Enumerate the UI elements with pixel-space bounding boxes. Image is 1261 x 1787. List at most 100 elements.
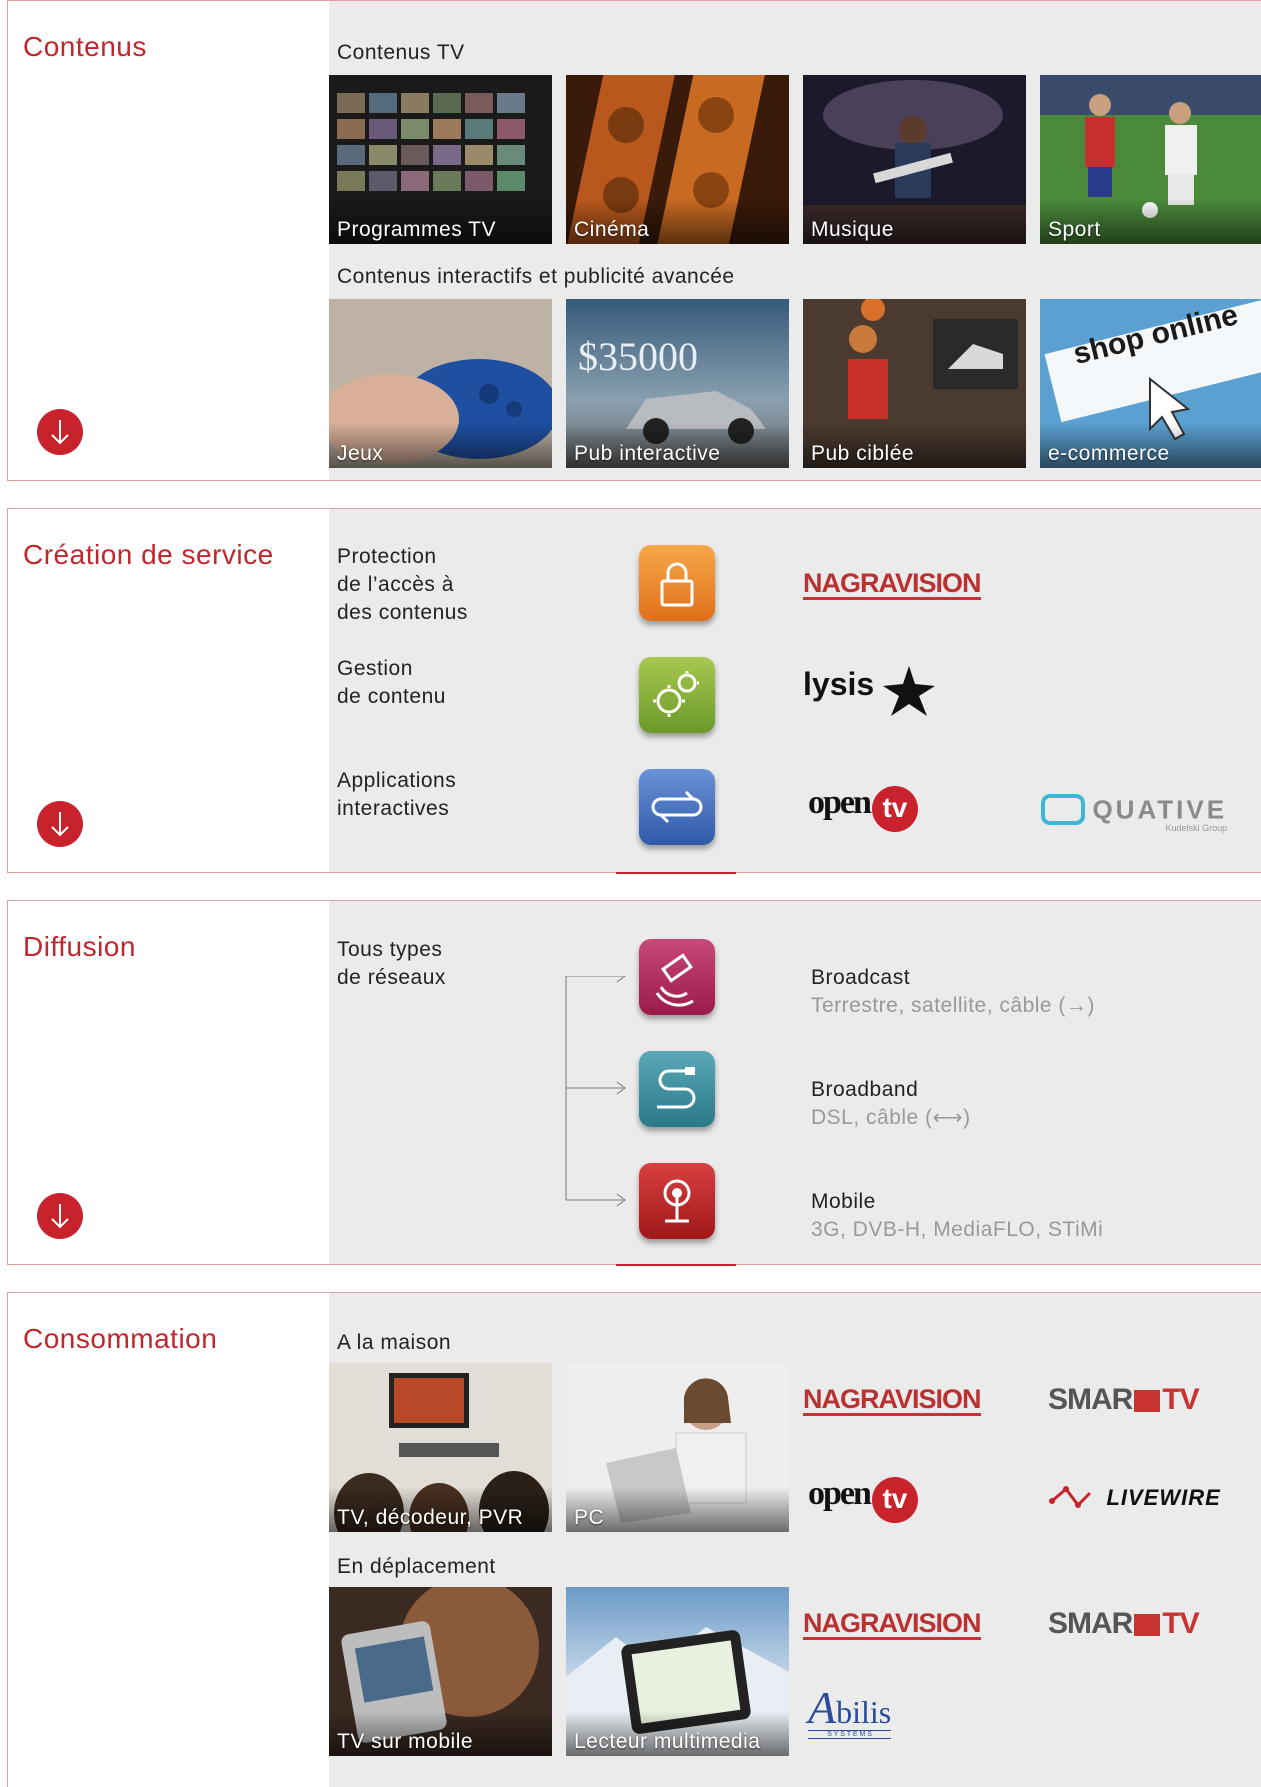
logo-text: open: [808, 1475, 872, 1512]
lock-icon: [639, 545, 715, 621]
section-title: Diffusion: [23, 931, 136, 962]
thumb-caption: Jeux: [337, 442, 384, 465]
logo-text: TV: [1162, 1607, 1199, 1640]
section-title: Contenus: [23, 31, 147, 62]
section-creation-service: Création de service Protection de l’accè…: [7, 508, 1261, 874]
thumb-tv-decodeur-pvr[interactable]: TV, décodeur, PVR: [329, 1363, 552, 1532]
thumb-caption: Musique: [811, 218, 894, 241]
thumb-e-commerce[interactable]: shop online e-commerce: [1040, 299, 1261, 468]
network-name: Broadcast: [811, 966, 911, 989]
label-line: interactives: [337, 797, 450, 820]
divider-line: [616, 1264, 736, 1266]
section-title: Création de service: [23, 539, 274, 570]
next-section-button[interactable]: [37, 409, 83, 455]
network-broadband: Broadband DSL, câble (⟷): [811, 1076, 971, 1132]
thumb-caption: Programmes TV: [337, 218, 496, 241]
thumb-caption: TV sur mobile: [337, 1730, 474, 1753]
cable-icon: [639, 1051, 715, 1127]
arrow-down-icon: [51, 1204, 69, 1229]
logo-text: lysis: [803, 666, 875, 703]
thumb-pc[interactable]: PC: [566, 1363, 789, 1532]
thumb-caption: Pub ciblée: [811, 442, 915, 465]
label-line: de réseaux: [337, 966, 446, 989]
logo-text: SMAR: [1048, 1383, 1133, 1416]
thumb-lecteur-multimedia[interactable]: Lecteur multimedia: [566, 1587, 789, 1756]
opentv-logo: open tv: [808, 1475, 918, 1523]
arrows-swap-icon: [639, 769, 715, 845]
logo-text: NAGRAVISION: [803, 1608, 982, 1640]
home-label: A la maison: [337, 1331, 452, 1354]
thumb-caption: Lecteur multimedia: [574, 1730, 761, 1753]
tv-content-label: Contenus TV: [337, 41, 465, 64]
network-name: Mobile: [811, 1190, 876, 1213]
network-mobile: Mobile 3G, DVB-H, MediaFLO, STiMi: [811, 1188, 1103, 1244]
interactive-content-label: Contenus interactifs et publicité avancé…: [337, 265, 735, 288]
thumb-pub-ciblee[interactable]: Pub ciblée: [803, 299, 1026, 468]
abilis-logo: Abilis S Y S T E M S: [808, 1681, 892, 1739]
network-detail: DSL, câble (⟷): [811, 1106, 971, 1129]
network-detail: 3G, DVB-H, MediaFLO, STiMi: [811, 1218, 1104, 1241]
smardtv-logo: SMAR TV: [1048, 1607, 1200, 1641]
logo-text: SMAR: [1048, 1607, 1133, 1640]
satellite-icon: [639, 939, 715, 1015]
service-label-gestion: Gestion de contenu: [337, 655, 446, 711]
branch-connector: [565, 976, 626, 1207]
label-line: de l’accès à: [337, 573, 454, 596]
quative-logo: QUATIVE Kudelski Group: [1040, 793, 1228, 833]
logo-text: QUATIVE: [1092, 794, 1228, 825]
thumb-programmes-tv[interactable]: Programmes TV: [329, 75, 552, 244]
smardtv-logo: SMAR TV: [1048, 1383, 1200, 1417]
logo-tv-badge: tv: [871, 785, 918, 832]
network-broadcast: Broadcast Terrestre, satellite, câble (→…: [811, 964, 1095, 1020]
label-line: Protection: [337, 545, 437, 568]
thumb-caption: e-commerce: [1048, 442, 1170, 465]
opentv-logo: open tv: [808, 784, 918, 832]
thumb-pub-interactive[interactable]: $35000 Pub interactive: [566, 299, 789, 468]
section-diffusion: Diffusion Tous types de réseaux Broadcas…: [7, 900, 1261, 1266]
label-line: Tous types: [337, 938, 443, 961]
antenna-icon: [639, 1163, 715, 1239]
thumb-cinema[interactable]: Cinéma: [566, 75, 789, 244]
service-label-protection: Protection de l’accès à des contenus: [337, 543, 468, 627]
arrow-down-icon: [51, 420, 69, 445]
nagravision-logo: NAGRAVISION: [803, 1384, 982, 1416]
thumb-caption: PC: [574, 1506, 605, 1529]
networks-label: Tous types de réseaux: [337, 936, 446, 992]
section-contenus: Contenus Contenus TV Programmes TV Ciném…: [7, 0, 1261, 481]
logo-subtext: Kudelski Group: [1165, 823, 1228, 833]
label-line: de contenu: [337, 685, 446, 708]
star-icon: [882, 666, 935, 716]
smardtv-mark-icon: [1134, 1614, 1161, 1637]
thumb-caption: Sport: [1048, 218, 1101, 241]
logo-text: NAGRAVISION: [803, 1384, 982, 1416]
logo-text: NAGRAVISION: [803, 568, 982, 600]
thumb-caption: TV, décodeur, PVR: [337, 1506, 524, 1529]
label-line: Gestion: [337, 657, 413, 680]
next-section-button[interactable]: [37, 1193, 83, 1239]
thumb-tv-sur-mobile[interactable]: TV sur mobile: [329, 1587, 552, 1756]
logo-text: LIVEWIRE: [1106, 1485, 1221, 1510]
quative-mark-icon: [1041, 794, 1085, 825]
thumb-caption: Cinéma: [574, 218, 650, 241]
thumb-sport[interactable]: Sport: [1040, 75, 1261, 244]
thumb-caption: Pub interactive: [574, 442, 721, 465]
divider-line: [616, 872, 736, 874]
nagravision-logo: NAGRAVISION: [803, 1608, 982, 1640]
arrow-down-icon: [51, 812, 69, 837]
label-line: des contenus: [337, 601, 468, 624]
logo-text: A: [808, 1682, 837, 1733]
nagravision-logo: NAGRAVISION: [803, 569, 988, 605]
content-area: [329, 901, 1261, 1264]
thumb-jeux[interactable]: Jeux: [329, 299, 552, 468]
logo-text: TV: [1162, 1383, 1199, 1416]
next-section-button[interactable]: [37, 801, 83, 847]
logo-text: bilis: [836, 1694, 892, 1730]
network-name: Broadband: [811, 1078, 919, 1101]
livewire-logo: LIVEWIRE: [1048, 1483, 1221, 1513]
mobile-label: En déplacement: [337, 1555, 496, 1578]
thumb-musique[interactable]: Musique: [803, 75, 1026, 244]
logo-tv-badge: tv: [871, 1476, 918, 1523]
label-line: Applications: [337, 769, 457, 792]
logo-text: open: [808, 784, 872, 821]
section-consommation: Consommation A la maison TV, décodeur, P…: [7, 1292, 1261, 1787]
